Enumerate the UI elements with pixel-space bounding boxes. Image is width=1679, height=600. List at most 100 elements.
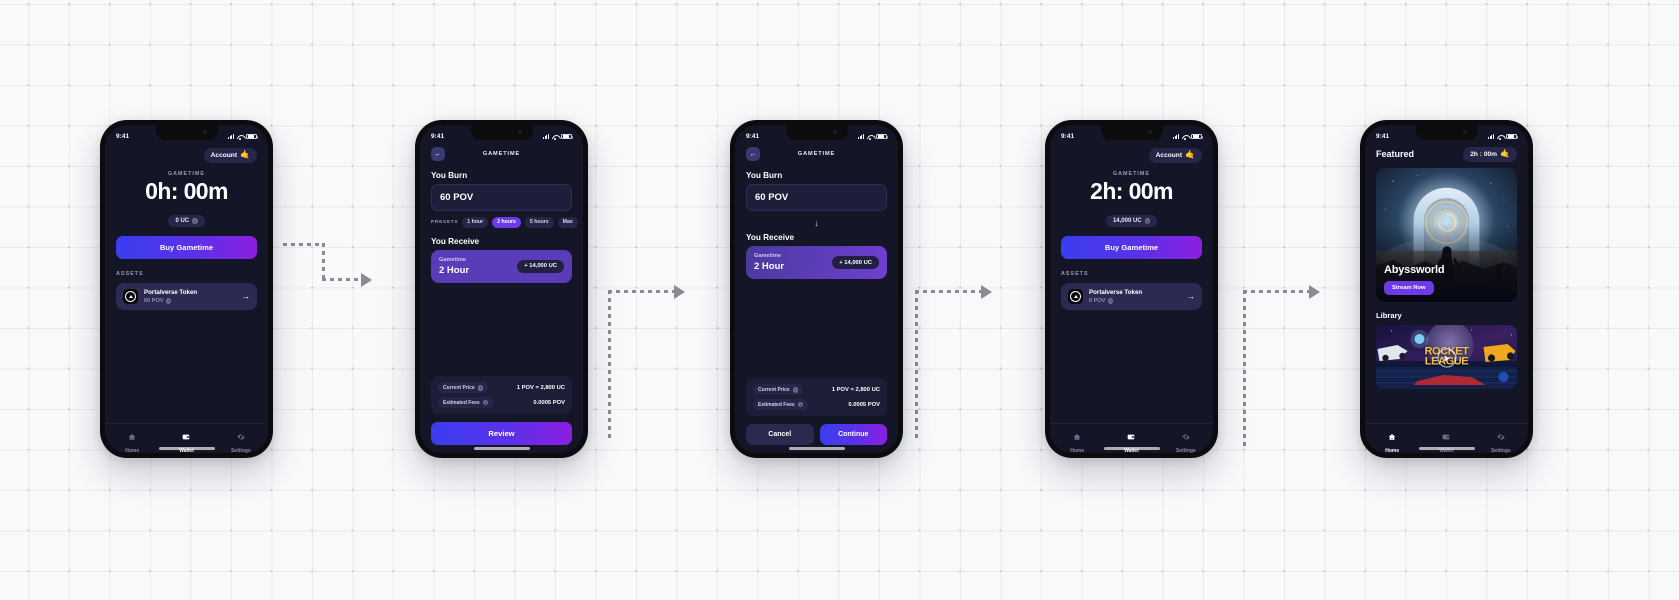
info-icon: i: [482, 399, 489, 406]
phone-wallet-funded: 9:41 Account 🤙 GAMETIME 2h: 00m 14,000 U…: [1045, 120, 1218, 458]
arrow-right-icon[interactable]: →: [242, 292, 250, 301]
asset-row[interactable]: Portalverse Token 60 POV i →: [116, 283, 257, 311]
featured-game-title: Abyssworld: [1384, 263, 1445, 276]
hand-emoji-icon: 🤙: [1185, 150, 1195, 160]
asset-name: Portalverse Token: [144, 289, 198, 297]
receive-card-value: 2 Hour: [439, 264, 470, 276]
play-icon[interactable]: [1437, 348, 1456, 368]
receive-card-value: 2 Hour: [754, 261, 785, 272]
arrow-right-icon[interactable]: →: [1187, 292, 1195, 301]
status-bar: 9:41: [420, 125, 583, 144]
tab-wallet[interactable]: Wallet: [1419, 428, 1473, 453]
info-card: Current Price i 1 POV = 2,800 UC Estimat…: [746, 378, 887, 416]
status-time: 9:41: [1061, 133, 1075, 140]
gametime-pill-value: 2h : 00m: [1470, 150, 1498, 158]
battery-icon: [1191, 133, 1203, 140]
receive-badge: + 14,000 UC: [517, 259, 564, 273]
wallet-icon: [1442, 428, 1450, 446]
status-time: 9:41: [1376, 133, 1390, 140]
review-button[interactable]: Review: [431, 422, 572, 445]
battery-icon: [1506, 133, 1518, 140]
tab-wallet[interactable]: Wallet: [159, 428, 213, 453]
assets-title: ASSETS: [116, 271, 144, 278]
nav-bar: ← GAMETIME: [746, 144, 887, 162]
nav-title: GAMETIME: [482, 151, 521, 157]
tab-home[interactable]: Home: [1365, 428, 1419, 453]
tab-settings[interactable]: Settings: [1474, 428, 1528, 453]
buy-gametime-button[interactable]: Buy Gametime: [116, 236, 257, 260]
battery-icon: [561, 133, 573, 140]
current-price-key[interactable]: Current Price i: [438, 382, 489, 394]
info-row-fees: Estimated Fees i 0.0005 POV: [438, 397, 565, 408]
receive-badge: + 14,000 UC: [832, 256, 879, 269]
estimated-fees-value: 0.0005 POV: [533, 399, 565, 406]
info-icon: i: [166, 298, 172, 304]
status-time: 9:41: [116, 133, 130, 140]
stream-now-button[interactable]: Stream Now: [1384, 280, 1434, 295]
estimated-fees-key[interactable]: Estimated Fees i: [438, 397, 494, 408]
action-buttons: Cancel Continue: [746, 424, 887, 445]
battery-icon: [876, 133, 888, 140]
cellular-signal-icon: [1172, 133, 1180, 139]
info-row-price: Current Price i 1 POV = 2,800 UC: [753, 384, 880, 396]
info-icon: i: [1107, 298, 1114, 304]
estimated-fees-value: 0.0005 POV: [848, 401, 880, 408]
gear-icon: [1182, 428, 1190, 446]
gametime-pill[interactable]: 2h : 00m 🤙: [1463, 147, 1517, 162]
estimated-fees-key[interactable]: Estimated Fees i: [753, 399, 809, 410]
preset-chip-5-hours[interactable]: 5 hours: [524, 217, 554, 228]
buy-gametime-button[interactable]: Buy Gametime: [1061, 236, 1202, 260]
receive-card-label: Gametime: [754, 253, 782, 259]
gametime-value: 2h: 00m: [1090, 177, 1173, 204]
uc-balance-pill[interactable]: 14,000 UC i: [1105, 215, 1158, 227]
current-price-key[interactable]: Current Price i: [753, 384, 804, 396]
tab-home[interactable]: Home: [105, 428, 159, 453]
gametime-value: 0h: 00m: [145, 177, 228, 204]
tab-settings[interactable]: Settings: [1159, 428, 1213, 453]
asset-row[interactable]: Portalverse Token 0 POV i →: [1061, 283, 1202, 311]
tab-wallet[interactable]: Wallet: [1104, 428, 1158, 453]
wallet-icon: [182, 428, 190, 446]
battery-icon: [246, 133, 258, 140]
cellular-signal-icon: [857, 133, 865, 139]
info-icon: i: [1144, 218, 1151, 224]
current-price-value: 1 POV = 2,800 UC: [516, 384, 565, 391]
phone-wallet-empty: 9:41 Account 🤙 GAMETIME 0h: 00m 0 UC i B…: [100, 120, 273, 458]
uc-balance-pill[interactable]: 0 UC i: [168, 215, 205, 227]
cancel-button[interactable]: Cancel: [746, 424, 814, 445]
continue-button[interactable]: Continue: [819, 424, 887, 445]
current-price-value: 1 POV = 2,800 UC: [831, 386, 880, 393]
preset-chip-1-hour[interactable]: 1 hour: [462, 217, 489, 228]
library-title: Library: [1376, 310, 1402, 320]
cellular-signal-icon: [227, 133, 235, 139]
receive-card: Gametime 2 Hour + 14,000 UC: [746, 246, 887, 279]
status-bar: 9:41: [1365, 125, 1528, 144]
portalverse-token-icon: [1068, 289, 1083, 305]
nav-title: GAMETIME: [797, 151, 836, 157]
burn-amount-input[interactable]: 60 POV: [431, 184, 572, 211]
status-bar: 9:41: [1050, 125, 1213, 144]
uc-balance-value: 0 UC: [175, 218, 190, 225]
featured-game-card[interactable]: Abyssworld Stream Now: [1376, 167, 1517, 302]
tab-settings[interactable]: Settings: [214, 428, 268, 453]
account-label: Account: [210, 151, 238, 159]
status-time: 9:41: [746, 133, 760, 140]
flow-canvas: 9:41 Account 🤙 GAMETIME 0h: 00m 0 UC i B…: [0, 0, 1679, 600]
wallet-icon: [1127, 428, 1135, 446]
gear-icon: [237, 428, 245, 446]
info-icon: i: [792, 387, 799, 393]
wifi-icon: [1497, 134, 1504, 140]
assets-title: ASSETS: [1061, 271, 1089, 278]
library-item-rocket-league[interactable]: ROCKET LEAGUE: [1376, 324, 1517, 389]
hand-emoji-icon: 🤙: [1500, 149, 1510, 159]
preset-chip-max[interactable]: Max: [557, 217, 578, 228]
account-button[interactable]: Account 🤙: [1148, 148, 1202, 163]
gear-icon: [1497, 428, 1505, 446]
you-burn-label: You Burn: [746, 171, 783, 180]
account-button[interactable]: Account 🤙: [203, 148, 257, 163]
preset-chip-2-hours[interactable]: 2 hours: [492, 217, 521, 228]
tab-home[interactable]: Home: [1050, 428, 1104, 453]
gametime-caption: GAMETIME: [167, 170, 206, 177]
wifi-icon: [1182, 134, 1189, 140]
status-bar: 9:41: [735, 125, 898, 144]
